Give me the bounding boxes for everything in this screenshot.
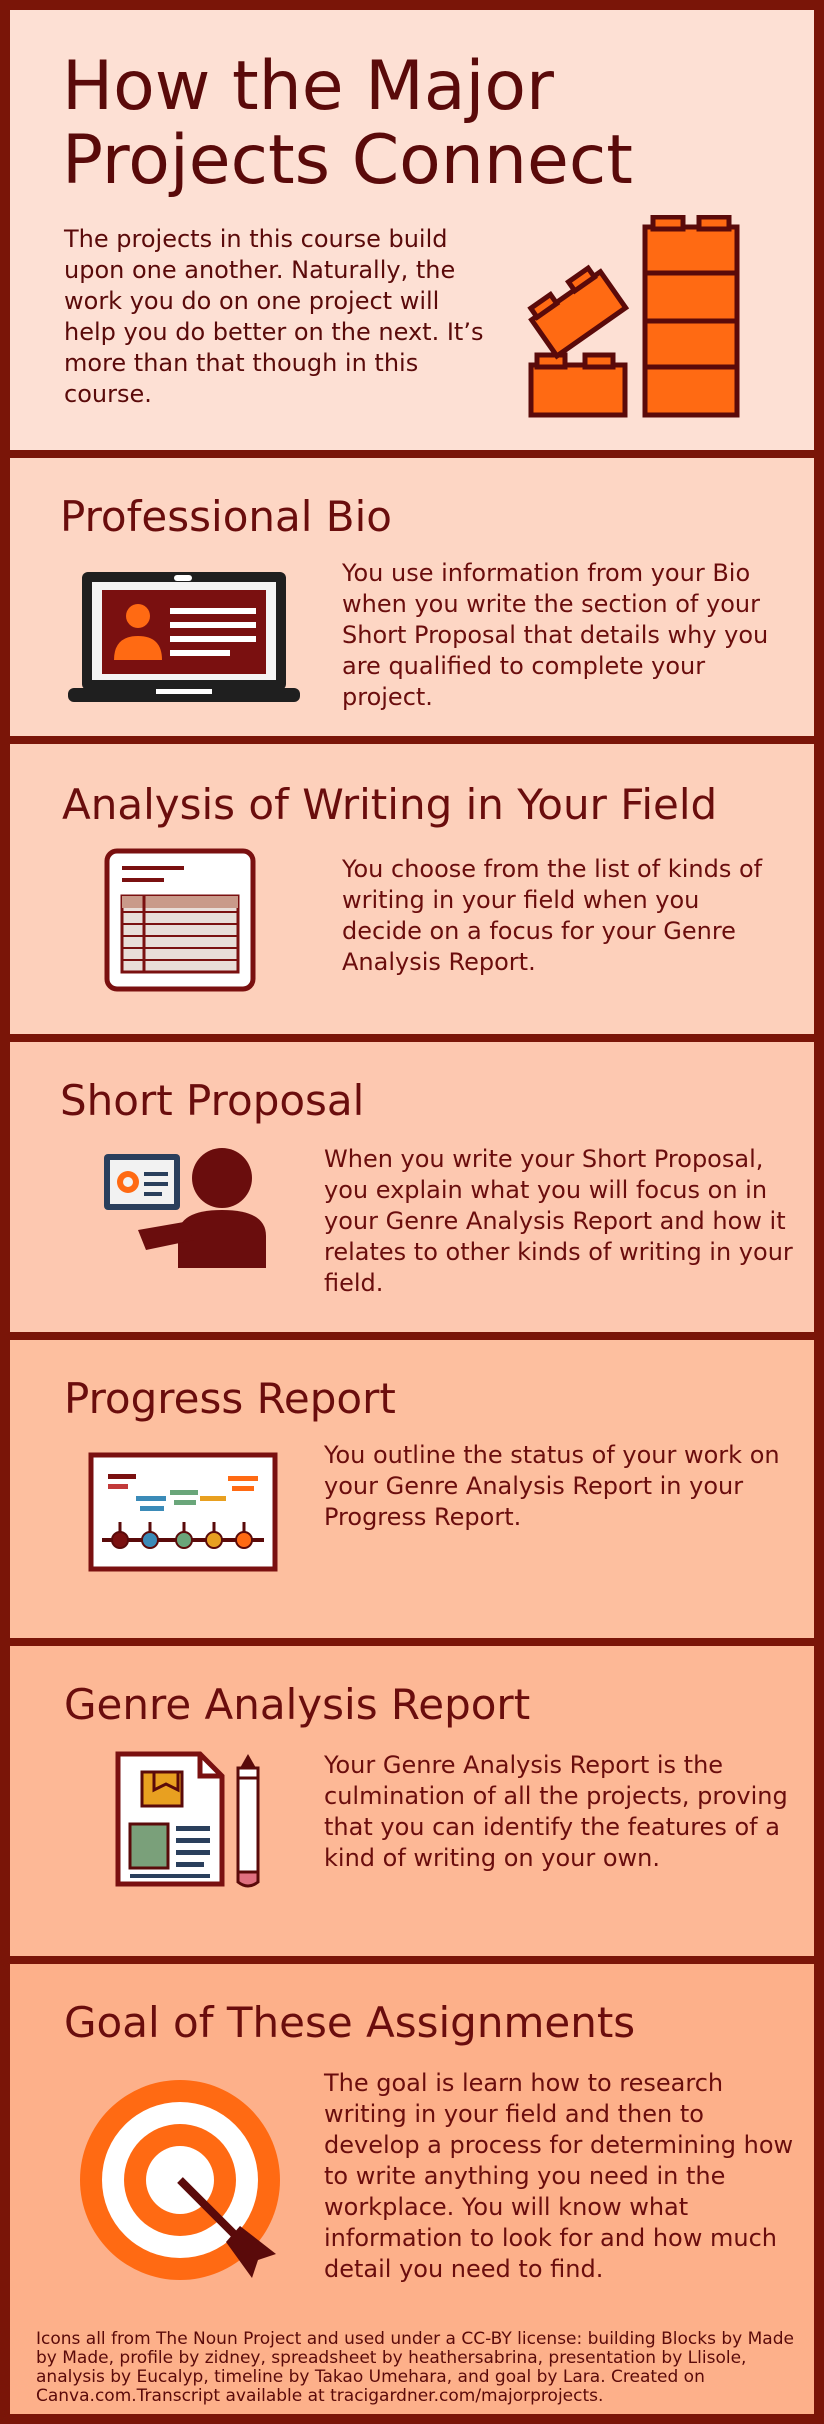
section-analysis-of-writing: Analysis of Writing in Your Field You ch… [10, 744, 814, 1034]
analysis-document-icon [115, 1751, 260, 1888]
timeline-icon [88, 1452, 278, 1572]
section-genre-analysis-report: Genre Analysis Report Your Genre Analysi… [10, 1646, 814, 1956]
section-text: The goal is learn how to research writin… [324, 2069, 794, 2283]
page-title-line2: Projects Connect [62, 121, 633, 200]
header-panel: How the Major Projects Connect The proje… [10, 10, 814, 450]
section-text: You choose from the list of kinds of wri… [342, 855, 763, 976]
building-blocks-icon [527, 215, 740, 418]
section-goal: Goal of These Assignments The goal is le… [10, 1964, 814, 2414]
section-professional-bio: Professional Bio You use information fro… [10, 458, 814, 736]
laptop-profile-icon [68, 572, 300, 702]
section-text: You use information from your Bio when y… [342, 559, 769, 711]
section-text: You outline the status of your work on y… [324, 1441, 780, 1531]
page-title: How the Major Projects Connect [62, 50, 702, 198]
section-text: Your Genre Analysis Report is the culmin… [324, 1751, 788, 1872]
spreadsheet-icon [104, 848, 256, 992]
section-title: Goal of These Assignments [64, 1998, 636, 2047]
section-title: Short Proposal [60, 1076, 365, 1125]
section-title: Professional Bio [60, 492, 392, 541]
section-text: When you write your Short Proposal, you … [324, 1145, 793, 1297]
presentation-icon [104, 1148, 266, 1268]
section-title: Analysis of Writing in Your Field [62, 780, 718, 829]
section-title: Genre Analysis Report [64, 1680, 531, 1729]
target-icon [80, 2080, 280, 2280]
credits-footer: Icons all from The Noun Project and used… [36, 2329, 794, 2406]
page-title-line1: How the Major [62, 47, 554, 126]
section-short-proposal: Short Proposal When you write your Short… [10, 1042, 814, 1332]
section-title: Progress Report [64, 1374, 396, 1423]
section-progress-report: Progress Report You outline the status o… [10, 1340, 814, 1638]
intro-text: The projects in this course build upon o… [64, 225, 484, 408]
